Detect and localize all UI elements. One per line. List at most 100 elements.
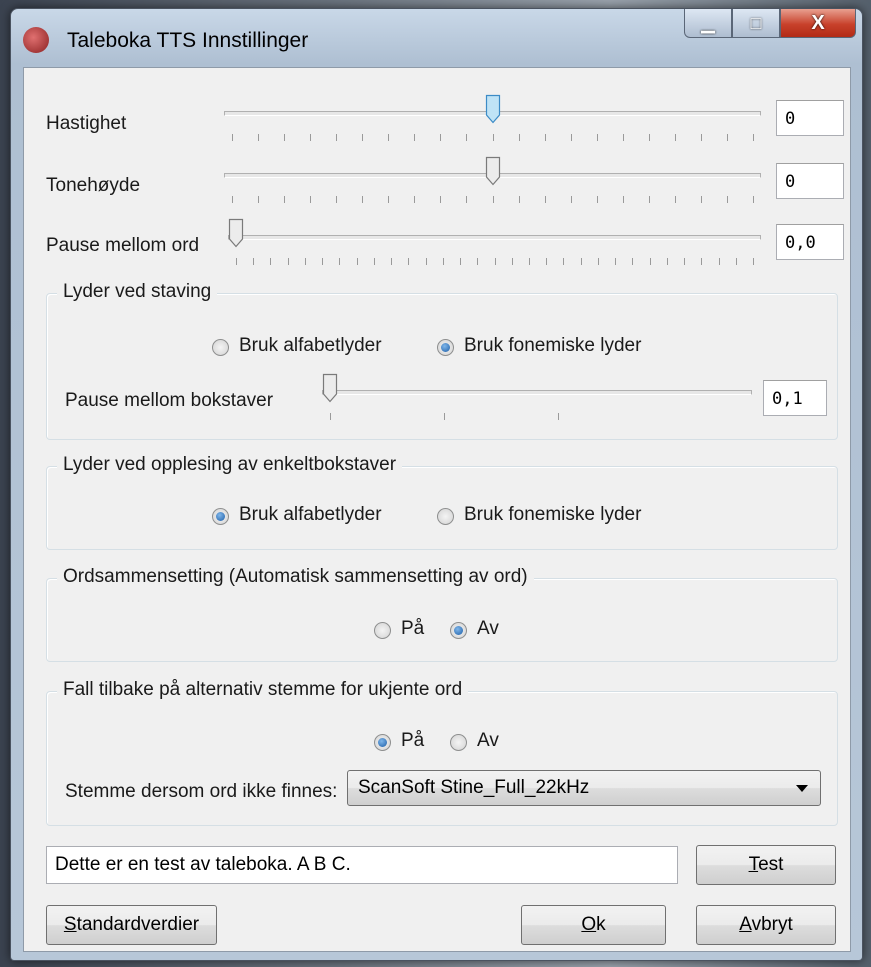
close-button[interactable]: X <box>780 9 856 38</box>
slider-tick <box>373 258 375 265</box>
compounding-group: Ordsammensetting (Automatisk sammensetti… <box>46 566 838 662</box>
slider-tick <box>270 258 272 265</box>
slider-track <box>228 235 761 240</box>
slider-tick <box>236 258 237 265</box>
letter-pause-slider[interactable] <box>322 373 752 423</box>
defaults-button-label: tandardverdier <box>76 914 200 935</box>
slider-tick <box>339 258 341 265</box>
spelling-phonemic-radio[interactable] <box>437 339 454 356</box>
word-pause-label: Pause mellom ord <box>46 235 200 256</box>
slider-tick <box>511 258 513 265</box>
slider-tick <box>528 258 530 265</box>
test-text-input[interactable]: Dette er en test av taleboka. A B C. <box>46 846 678 884</box>
slider-thumb[interactable] <box>228 218 244 248</box>
slider-tick <box>253 258 255 265</box>
single-letters-group: Lyder ved opplesing av enkeltbokstaver B… <box>46 454 838 550</box>
slider-tick <box>700 196 702 203</box>
test-button[interactable]: Test <box>696 845 836 885</box>
defaults-button[interactable]: Standardverdier <box>46 905 217 945</box>
slider-tick <box>596 134 598 141</box>
ok-button-accel: O <box>581 914 597 935</box>
slider-tick <box>597 258 599 265</box>
slider-track <box>322 390 752 395</box>
slider-tick <box>322 258 324 265</box>
spelling-group: Lyder ved staving Bruk alfabetlyder Bruk… <box>46 281 838 440</box>
spelling-alphabet-label[interactable]: Bruk alfabetlyder <box>239 335 382 357</box>
fallback-off-radio[interactable] <box>450 734 467 751</box>
window-title: Taleboka TTS Innstillinger <box>67 29 309 52</box>
slider-tick <box>615 258 617 265</box>
slider-tick <box>570 196 572 203</box>
slider-tick <box>284 134 286 141</box>
chevron-down-icon <box>796 785 808 792</box>
single-letters-alphabet-label[interactable]: Bruk alfabetlyder <box>239 504 382 526</box>
word-pause-slider[interactable] <box>228 218 761 268</box>
slider-tick <box>632 258 634 265</box>
spelling-group-label: Lyder ved staving <box>57 281 218 303</box>
test-button-label: est <box>758 854 784 875</box>
cancel-button[interactable]: Avbryt <box>696 905 836 945</box>
slider-tick <box>735 258 737 265</box>
slider-tick <box>388 196 390 203</box>
slider-tick <box>336 196 338 203</box>
slider-tick <box>700 134 702 141</box>
single-letters-phonemic-radio[interactable] <box>437 508 454 525</box>
slider-thumb[interactable] <box>485 94 500 124</box>
slider-tick <box>718 258 720 265</box>
slider-tick <box>443 413 445 420</box>
word-pause-value-field[interactable]: 0,0 <box>776 224 844 260</box>
slider-tick <box>492 196 494 203</box>
compounding-on-label[interactable]: På <box>401 618 424 640</box>
slider-tick <box>310 196 312 203</box>
fallback-on-radio[interactable] <box>374 734 391 751</box>
cancel-button-accel: A <box>739 914 752 935</box>
slider-tick <box>648 196 650 203</box>
minimize-button[interactable]: ▁ <box>684 9 732 38</box>
slider-thumb[interactable] <box>485 156 500 186</box>
compounding-off-radio[interactable] <box>450 622 467 639</box>
pitch-value-field[interactable]: 0 <box>776 163 844 199</box>
single-letters-alphabet-radio[interactable] <box>212 508 229 525</box>
maximize-button[interactable]: □ <box>732 9 780 38</box>
app-icon <box>23 27 49 53</box>
letter-pause-value-field[interactable]: 0,1 <box>763 380 827 416</box>
slider-tick <box>460 258 462 265</box>
single-letters-phonemic-label[interactable]: Bruk fonemiske lyder <box>464 504 641 526</box>
ok-button[interactable]: Ok <box>521 905 666 945</box>
fallback-off-label[interactable]: Av <box>477 730 499 752</box>
spelling-phonemic-label[interactable]: Bruk fonemiske lyder <box>464 335 641 357</box>
slider-tick <box>466 196 468 203</box>
speed-slider[interactable] <box>224 94 761 144</box>
fallback-voice-dropdown[interactable]: ScanSoft Stine_Full_22kHz <box>347 770 821 806</box>
slider-tick <box>544 134 546 141</box>
pitch-slider[interactable] <box>224 156 761 206</box>
speed-value-field[interactable]: 0 <box>776 100 844 136</box>
slider-tick <box>232 196 233 203</box>
slider-tick <box>674 196 676 203</box>
slider-tick <box>649 258 651 265</box>
fallback-on-label[interactable]: På <box>401 730 424 752</box>
slider-ticks <box>224 196 761 204</box>
title-bar[interactable]: Taleboka TTS Innstillinger ▁ □ X <box>11 9 862 67</box>
slider-tick <box>701 258 703 265</box>
slider-tick <box>494 258 496 265</box>
slider-tick <box>753 258 754 265</box>
slider-thumb[interactable] <box>322 373 338 403</box>
slider-tick <box>518 196 520 203</box>
slider-tick <box>414 196 416 203</box>
slider-tick <box>492 134 494 141</box>
maximize-icon: □ <box>750 12 762 33</box>
slider-tick <box>362 196 364 203</box>
window-controls: ▁ □ X <box>684 9 856 39</box>
slider-tick <box>440 196 442 203</box>
slider-tick <box>356 258 358 265</box>
spelling-alphabet-radio[interactable] <box>212 339 229 356</box>
slider-tick <box>622 134 624 141</box>
defaults-button-accel: S <box>63 914 77 935</box>
slider-tick <box>284 196 286 203</box>
slider-tick <box>310 134 312 141</box>
slider-tick <box>440 134 442 141</box>
slider-tick <box>753 134 754 141</box>
compounding-off-label[interactable]: Av <box>477 618 499 640</box>
compounding-on-radio[interactable] <box>374 622 391 639</box>
